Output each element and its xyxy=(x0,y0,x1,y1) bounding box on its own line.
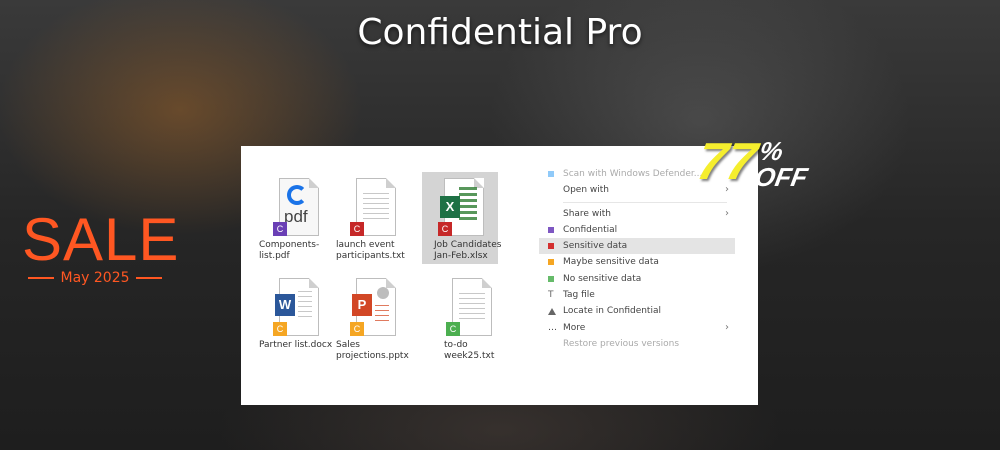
text-doc-icon: C xyxy=(446,278,494,340)
confidential-badge-icon: C xyxy=(446,322,460,336)
discount-badge: 77 % OFF xyxy=(693,132,815,192)
sale-date-line-right xyxy=(135,277,162,279)
confidential-badge-icon: C xyxy=(273,322,287,336)
menu-item-confidential[interactable]: Confidential xyxy=(539,222,735,238)
excel-app-badge: X xyxy=(440,196,460,218)
word-app-badge: W xyxy=(275,294,295,316)
menu-item-maybe-sensitive[interactable]: Maybe sensitive data xyxy=(539,254,735,270)
defender-icon xyxy=(548,171,554,177)
chevron-right-icon: › xyxy=(725,321,729,333)
edge-pdf-icon: pdf C xyxy=(273,178,321,240)
discount-off: OFF xyxy=(752,162,810,192)
text-doc-icon: C xyxy=(350,178,398,240)
sale-date-line-left xyxy=(28,277,55,279)
sale-word: SALE xyxy=(22,206,180,273)
chevron-right-icon: › xyxy=(725,207,729,219)
file-label: Sales projections.pptx xyxy=(336,340,409,361)
menu-item-share-with[interactable]: Share with › xyxy=(539,206,735,222)
confidential-badge-icon: C xyxy=(350,322,364,336)
discount-percent: % xyxy=(757,136,786,166)
powerpoint-app-badge: P xyxy=(352,294,372,316)
discount-number: 77 xyxy=(692,133,761,191)
file-item-partner-list[interactable]: W C Partner list.docx xyxy=(259,278,335,351)
menu-item-more[interactable]: … More › xyxy=(539,320,735,336)
file-label: launch event participants.txt xyxy=(336,240,405,261)
confidential-badge-icon: C xyxy=(438,222,452,236)
menu-item-locate[interactable]: Locate in Confidential xyxy=(539,303,735,319)
file-label: to-do week25.txt xyxy=(444,340,495,361)
context-menu: Scan with Windows Defender... Open with … xyxy=(539,166,735,352)
sale-date-text: May 2025 xyxy=(60,270,130,286)
page-title: Confidential Pro xyxy=(357,12,643,53)
tag-icon: T xyxy=(548,290,554,301)
file-item-sales-projections[interactable]: P C Sales projections.pptx xyxy=(336,278,412,362)
menu-item-tag-file[interactable]: T Tag file xyxy=(539,287,735,303)
file-label: Partner list.docx xyxy=(259,340,333,350)
sale-badge: SALE May 2025 xyxy=(22,206,180,287)
maybe-orange-icon xyxy=(548,259,554,266)
word-icon: W C xyxy=(273,278,321,340)
file-label: Job Candidates Jan-Feb.xlsx xyxy=(434,240,502,261)
pdf-label: pdf xyxy=(284,207,308,226)
file-label: Components-list.pdf xyxy=(259,240,320,261)
menu-item-restore[interactable]: Restore previous versions xyxy=(539,336,735,352)
menu-divider xyxy=(563,201,727,203)
menu-item-sensitive-data[interactable]: Sensitive data xyxy=(539,238,735,255)
locate-icon xyxy=(548,308,556,316)
confidential-badge-icon: C xyxy=(350,222,364,236)
menu-item-no-sensitive[interactable]: No sensitive data xyxy=(539,271,735,287)
sensitive-red-icon xyxy=(548,243,554,250)
file-item-to-do-week25[interactable]: C to-do week25.txt xyxy=(426,278,502,362)
file-item-launch-event[interactable]: C launch event participants.txt xyxy=(336,178,412,262)
ellipsis-icon: … xyxy=(548,322,557,333)
excel-icon: X C xyxy=(438,178,486,240)
no-sensitive-green-icon xyxy=(548,275,554,282)
confidential-badge-icon: C xyxy=(273,222,287,236)
product-screenshot: pdf C Components-list.pdf C launch event… xyxy=(241,146,758,405)
file-item-job-candidates[interactable]: X C Job Candidates Jan-Feb.xlsx xyxy=(422,172,502,264)
confidential-icon xyxy=(548,226,554,233)
powerpoint-icon: P C xyxy=(350,278,398,340)
file-item-components-list[interactable]: pdf C Components-list.pdf xyxy=(259,178,335,262)
